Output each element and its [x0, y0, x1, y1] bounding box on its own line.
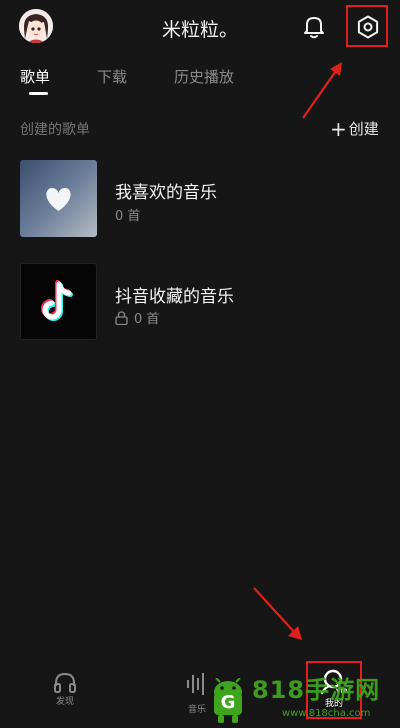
playlist-count: 0 首 [115, 205, 140, 224]
watermark-logo: G [210, 678, 246, 724]
bell-icon[interactable] [300, 12, 328, 40]
watermark-url: www.818cha.com [282, 708, 371, 719]
playlist-name[interactable]: 我喜欢的音乐 [115, 178, 217, 203]
lock-icon [115, 310, 128, 325]
tab-downloads[interactable]: 下载 [97, 66, 127, 87]
headphones-icon [54, 672, 76, 693]
tab-active-indicator [29, 92, 48, 95]
playlist-count-text: 0 首 [115, 209, 141, 224]
tab-history[interactable]: 历史播放 [174, 66, 234, 87]
section-title: 创建的歌单 [20, 122, 90, 138]
playlist-name[interactable]: 抖音收藏的音乐 [115, 282, 234, 307]
heart-icon [46, 188, 71, 211]
watermark-text: 818手游网 [252, 676, 381, 704]
annotation-arrow-settings [298, 58, 348, 122]
watermark-logo-letter: G [220, 692, 236, 713]
page-title: 米粒粒。 [161, 19, 238, 41]
tiktok-icon [41, 280, 73, 321]
create-label: 创建 [348, 120, 379, 138]
playlist-count: 0 首 [115, 308, 159, 327]
tab-playlists[interactable]: 歌单 [20, 66, 50, 87]
nav-label: 发现 [55, 697, 74, 707]
nav-label: 音乐 [188, 705, 207, 715]
playlist-cover-liked[interactable] [20, 160, 97, 237]
gear-icon[interactable] [355, 14, 381, 40]
playlist-count-text: 0 首 [134, 312, 160, 327]
playlist-cover-tiktok[interactable] [20, 263, 97, 340]
annotation-arrow-profile [250, 584, 306, 644]
nav-discover[interactable]: 发现 [44, 672, 86, 707]
plus-icon: + [330, 116, 347, 141]
create-playlist-button[interactable]: + 创建 [330, 118, 379, 139]
